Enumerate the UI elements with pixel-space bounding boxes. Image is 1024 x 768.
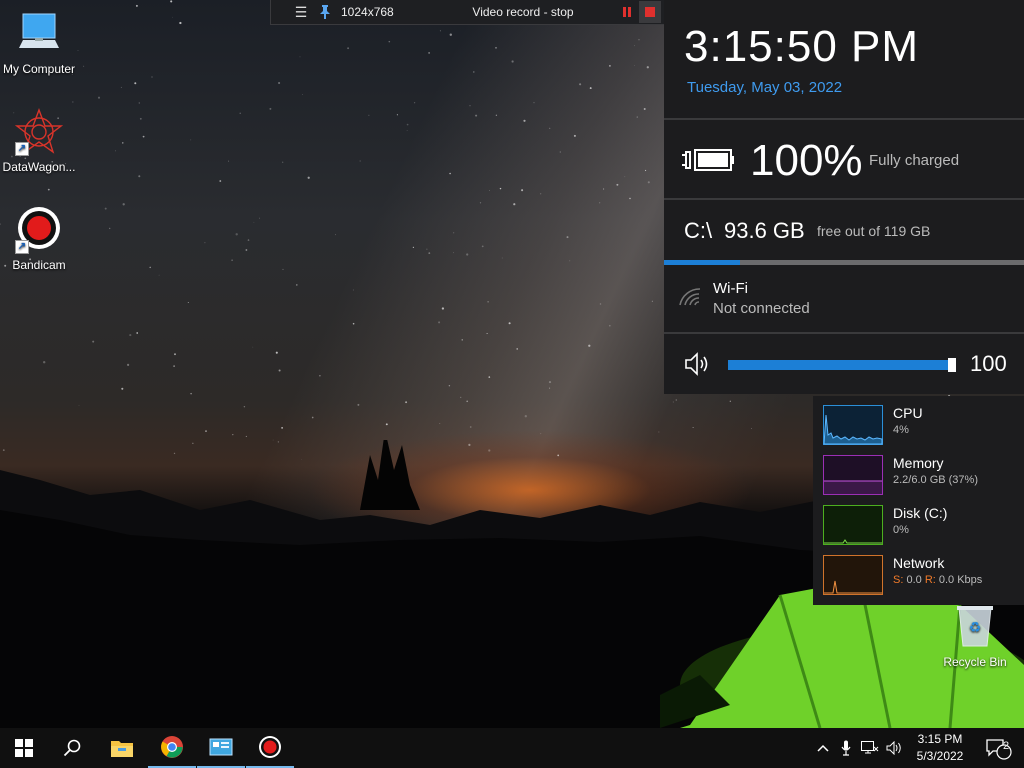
volume-slider-fill	[728, 360, 956, 370]
wifi-status: Not connected	[713, 300, 810, 317]
wifi-icon	[679, 288, 701, 306]
memory-label: Memory	[893, 455, 944, 471]
recycle-bin-label: Recycle Bin	[943, 655, 1007, 669]
recycle-bin-icon: ♻	[957, 606, 993, 647]
file-explorer-icon[interactable]	[98, 728, 146, 768]
speaker-icon[interactable]	[684, 352, 714, 376]
network-value: S: 0.0 R: 0.0 Kbps	[893, 574, 982, 586]
desktop-icon-my-computer[interactable]: My Computer	[0, 10, 78, 76]
send-value: 0.0	[903, 574, 925, 586]
volume-value: 100	[970, 351, 1007, 376]
disk-graph	[823, 505, 883, 545]
system-info-panel: 3:15:50 PM Tuesday, May 03, 2022 100% Fu…	[664, 0, 1024, 394]
notification-count: 2	[1002, 740, 1010, 752]
disk-free-space: 93.6 GB	[724, 218, 805, 243]
network-monitor[interactable]: Network S: 0.0 R: 0.0 Kbps	[823, 555, 1023, 599]
clock-time: 3:15:50 PM	[684, 22, 920, 71]
network-graph	[823, 555, 883, 595]
cpu-graph	[823, 405, 883, 445]
menu-icon[interactable]: ☰	[289, 0, 313, 24]
desktop-icon-bandicam[interactable]: ↗ Bandicam	[0, 206, 78, 272]
cpu-label: CPU	[893, 405, 923, 421]
svg-text:♻: ♻	[969, 620, 982, 636]
battery-percent: 100%	[750, 136, 863, 185]
datawagon-icon: ↗	[14, 108, 64, 156]
notification-center-icon[interactable]: 2	[978, 728, 1020, 768]
battery-status: Fully charged	[869, 152, 960, 169]
desktop-icon-label: DataWagon...	[2, 160, 76, 174]
disk-total-text: free out of 119 GB	[817, 223, 931, 239]
volume-section: 100	[664, 334, 1024, 394]
resolution-label: 1024x768	[341, 5, 394, 19]
search-icon[interactable]	[48, 728, 96, 768]
pin-icon[interactable]	[313, 0, 337, 24]
pause-icon[interactable]	[615, 0, 639, 24]
chrome-icon[interactable]	[148, 728, 196, 768]
taskbar-clock[interactable]: 3:15 PM 5/3/2022	[905, 731, 975, 765]
volume-slider[interactable]	[728, 360, 956, 370]
control-panel-icon[interactable]	[197, 728, 245, 768]
clock-date: Tuesday, May 03, 2022	[687, 79, 843, 96]
battery-section[interactable]: 100% Fully charged	[664, 120, 1024, 200]
wifi-name: Wi-Fi	[713, 280, 748, 297]
memory-graph	[823, 455, 883, 495]
microphone-icon[interactable]	[836, 728, 856, 768]
disk-value: 0%	[893, 524, 909, 536]
desktop-icon-recycle-bin[interactable]: ♻ Recycle Bin	[940, 602, 1010, 669]
receive-label: R:	[924, 574, 936, 586]
shortcut-arrow-icon: ↗	[15, 240, 29, 254]
network-status-icon[interactable]	[858, 728, 882, 768]
desktop-icon-datawagon[interactable]: ↗ DataWagon...	[0, 108, 78, 174]
stop-icon[interactable]	[639, 1, 661, 23]
network-label: Network	[893, 555, 945, 571]
recording-status-title: Video record - stop	[472, 5, 574, 19]
desktop-icon-label: My Computer	[2, 62, 76, 76]
taskbar-date: 5/3/2022	[916, 749, 964, 763]
cpu-monitor[interactable]: CPU 4%	[823, 405, 1023, 449]
shortcut-arrow-icon: ↗	[15, 142, 29, 156]
disk-label: Disk (C:)	[893, 505, 948, 521]
performance-widget: CPU 4% Memory 2.2/6.0 GB (37%) Disk (C:)…	[813, 396, 1024, 605]
windows-start-icon[interactable]	[0, 728, 48, 768]
disk-section[interactable]: C:\ 93.6 GB free out of 119 GB	[664, 200, 1024, 260]
computer-icon	[15, 10, 63, 58]
chevron-up-icon[interactable]	[812, 728, 834, 768]
send-label: S:	[893, 574, 904, 586]
memory-value: 2.2/6.0 GB (37%)	[893, 474, 978, 486]
bandicam-record-icon: ↗	[15, 206, 63, 254]
volume-slider-handle[interactable]	[948, 358, 956, 372]
wifi-section[interactable]: Wi-Fi Not connected	[664, 265, 1024, 334]
clock-section: 3:15:50 PM Tuesday, May 03, 2022	[664, 0, 1024, 120]
memory-monitor[interactable]: Memory 2.2/6.0 GB (37%)	[823, 455, 1023, 499]
battery-charging-icon	[682, 149, 734, 171]
taskbar-time: 3:15 PM	[917, 732, 963, 746]
receive-value: 0.0 Kbps	[935, 574, 983, 586]
cpu-value: 4%	[893, 424, 909, 436]
volume-tray-icon[interactable]	[884, 728, 906, 768]
taskbar: 3:15 PM 5/3/2022 2	[0, 728, 1024, 768]
disk-monitor[interactable]: Disk (C:) 0%	[823, 505, 1023, 549]
bandicam-icon[interactable]	[246, 728, 294, 768]
drive-letter: C:\	[684, 218, 713, 243]
desktop-icon-label: Bandicam	[12, 258, 66, 272]
